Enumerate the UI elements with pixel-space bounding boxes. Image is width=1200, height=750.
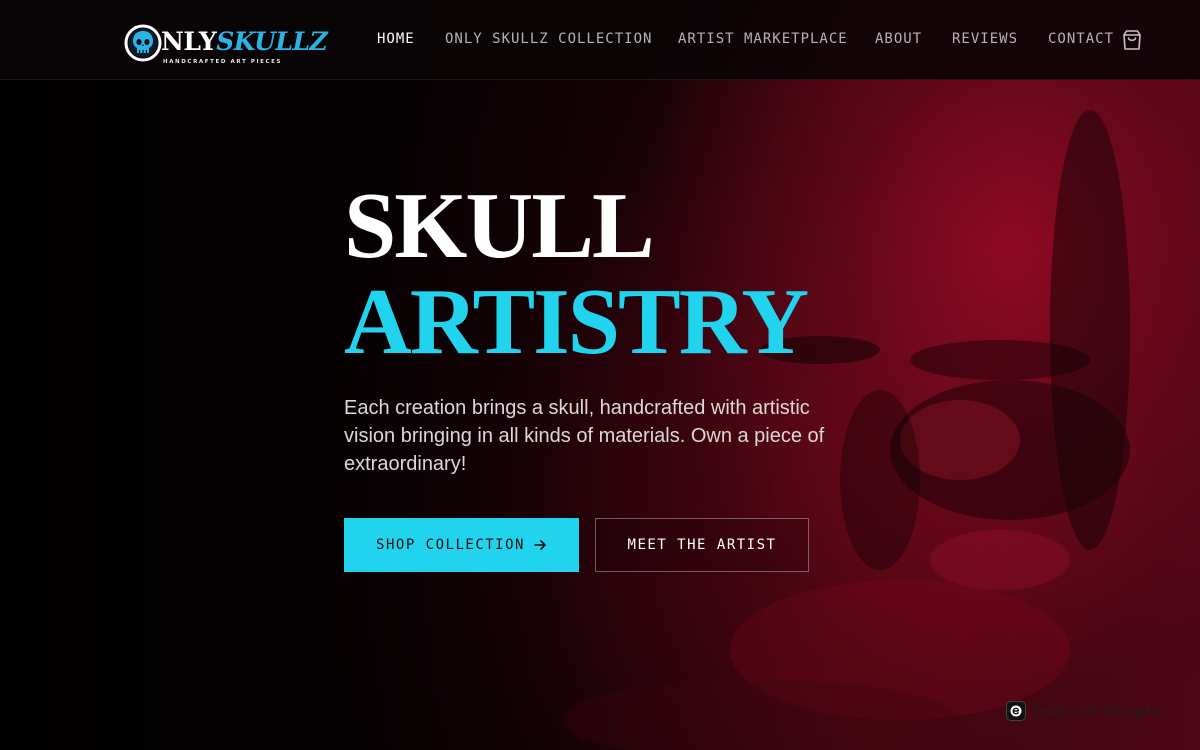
nav-item-reviews[interactable]: REVIEWS (952, 31, 1018, 47)
made-with-label: Made with Emergent (1035, 702, 1162, 719)
brand-name: NLYSKULLZ (161, 27, 328, 56)
nav-item-collection[interactable]: ONLY SKULLZ COLLECTION (445, 31, 652, 47)
site-header: NLYSKULLZ HANDCRAFTED ART PIECES HOME ON… (0, 0, 1200, 80)
brand-logo[interactable]: NLYSKULLZ HANDCRAFTED ART PIECES (124, 22, 328, 68)
nav-item-about[interactable]: ABOUT (875, 31, 922, 47)
hero-title-line2: ARTISTRY (344, 270, 809, 374)
made-with-badge[interactable]: Made with Emergent (1006, 700, 1161, 722)
brand-name-part1: NLY (161, 27, 217, 56)
arrow-right-icon (534, 540, 546, 550)
nav-item-contact[interactable]: CONTACT (1048, 31, 1114, 47)
brand-tagline: HANDCRAFTED ART PIECES (163, 59, 283, 65)
shop-collection-button[interactable]: SHOP COLLECTION (344, 518, 579, 572)
skull-logo-icon (124, 24, 162, 62)
nav-item-marketplace[interactable]: ARTIST MARKETPLACE (678, 31, 848, 47)
brand-name-part2: SKULLZ (216, 27, 328, 56)
emergent-logo-icon (1006, 701, 1026, 721)
hero-description: Each creation brings a skull, handcrafte… (344, 397, 825, 475)
nav-item-home[interactable]: HOME (377, 31, 415, 47)
shopping-bag-icon[interactable] (1120, 28, 1144, 52)
meet-the-artist-button[interactable]: MEET THE ARTIST (595, 518, 809, 572)
hero-title-line1: SKULL (344, 174, 655, 278)
meet-the-artist-label: MEET THE ARTIST (627, 537, 777, 553)
shop-collection-label: SHOP COLLECTION (376, 537, 525, 553)
hero-overlay (0, 0, 1200, 750)
